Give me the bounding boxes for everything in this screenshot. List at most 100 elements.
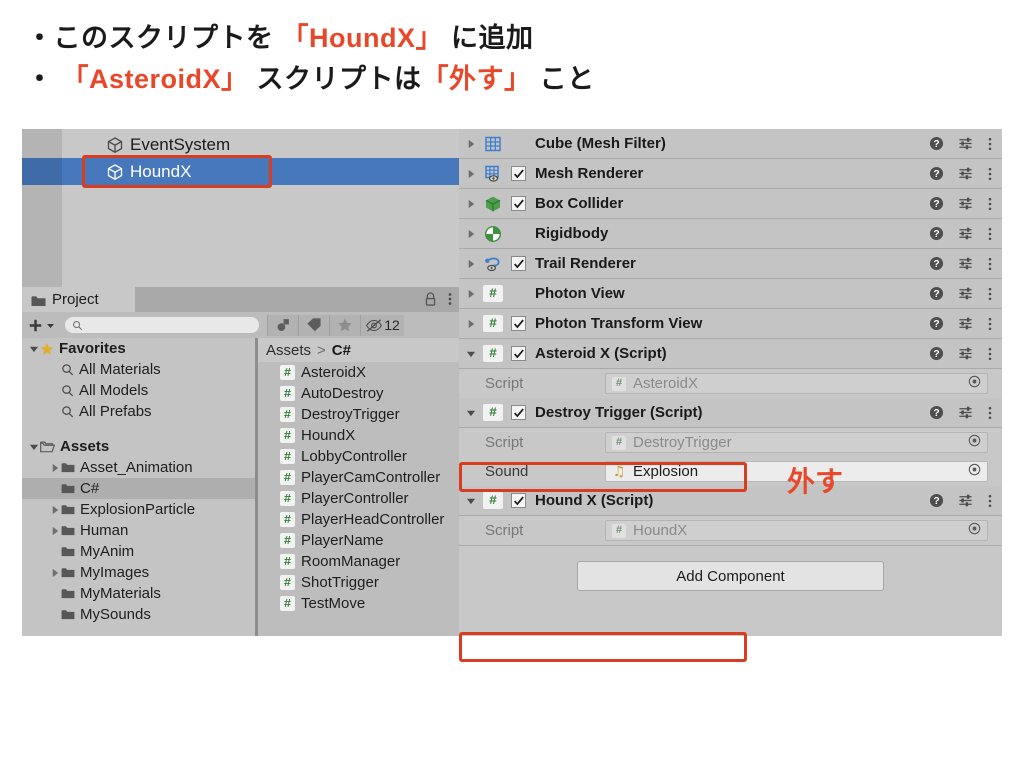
help-icon[interactable]: ? — [929, 226, 944, 241]
component-header-rigidbody[interactable]: Rigidbody? — [459, 219, 1002, 249]
favorite-filter-icon[interactable] — [329, 314, 360, 336]
tree-item-c[interactable]: C# — [22, 478, 255, 499]
file-list-item[interactable]: # ShotTrigger — [258, 572, 459, 593]
tree-item-asset-animation[interactable]: Asset_Animation — [22, 457, 255, 478]
tree-item-all-prefabs[interactable]: All Prefabs — [22, 401, 255, 422]
tree-item-explosionparticle[interactable]: ExplosionParticle — [22, 499, 255, 520]
tree-item-myanim[interactable]: MyAnim — [22, 541, 255, 562]
component-enabled-checkbox[interactable] — [511, 166, 526, 181]
chevron-down-icon[interactable] — [459, 349, 483, 359]
help-icon[interactable]: ? — [929, 166, 944, 181]
component-enabled-checkbox[interactable] — [511, 346, 526, 361]
tree-item-all-materials[interactable]: All Materials — [22, 359, 255, 380]
project-file-list[interactable]: Assets > C# # AsteroidX # AutoDestroy # Destr… — [258, 338, 459, 636]
component-header-photon-transform-view[interactable]: # Photon Transform View? — [459, 309, 1002, 339]
tree-item-mysounds[interactable]: MySounds — [22, 604, 255, 625]
kebab-menu-icon[interactable] — [987, 166, 993, 182]
component-header-box-collider[interactable]: Box Collider? — [459, 189, 1002, 219]
preset-icon[interactable] — [958, 256, 973, 271]
kebab-menu-icon[interactable] — [987, 405, 993, 421]
help-icon[interactable]: ? — [929, 405, 944, 420]
file-list-item[interactable]: # LobbyController — [258, 446, 459, 467]
preset-icon[interactable] — [958, 493, 973, 508]
file-list-item[interactable]: # HoundX — [258, 425, 459, 446]
help-icon[interactable]: ? — [929, 316, 944, 331]
help-icon[interactable]: ? — [929, 493, 944, 508]
chevron-right-icon[interactable] — [459, 199, 483, 209]
label-filter-icon[interactable] — [298, 314, 329, 336]
help-icon[interactable]: ? — [929, 136, 944, 151]
kebab-menu-icon[interactable] — [987, 226, 993, 242]
help-icon[interactable]: ? — [929, 286, 944, 301]
preset-icon[interactable] — [958, 405, 973, 420]
preset-icon[interactable] — [958, 286, 973, 301]
file-list-item[interactable]: # PlayerName — [258, 530, 459, 551]
preset-icon[interactable] — [958, 196, 973, 211]
component-enabled-checkbox[interactable] — [511, 405, 526, 420]
object-picker-icon[interactable] — [968, 375, 981, 393]
help-icon[interactable]: ? — [929, 256, 944, 271]
file-list-item[interactable]: # PlayerCamController — [258, 467, 459, 488]
component-enabled-checkbox[interactable] — [511, 493, 526, 508]
object-picker-icon[interactable] — [968, 434, 981, 452]
preset-icon[interactable] — [958, 136, 973, 151]
object-type-filter-icon[interactable] — [267, 314, 298, 336]
chevron-down-icon[interactable] — [459, 496, 483, 506]
tab-project[interactable]: Project — [22, 287, 135, 312]
help-icon[interactable]: ? — [929, 346, 944, 361]
chevron-right-icon[interactable] — [459, 259, 483, 269]
kebab-menu-icon[interactable] — [987, 346, 993, 362]
kebab-menu-icon[interactable] — [987, 136, 993, 152]
component-enabled-checkbox[interactable] — [511, 196, 526, 211]
tree-item-human[interactable]: Human — [22, 520, 255, 541]
hidden-objects-toggle[interactable]: 12 — [360, 314, 404, 336]
preset-icon[interactable] — [958, 226, 973, 241]
tree-item-favorites[interactable]: Favorites — [22, 338, 255, 359]
hierarchy-item-eventsystem[interactable]: EventSystem — [22, 131, 459, 158]
chevron-right-icon[interactable] — [48, 568, 61, 578]
kebab-menu-icon[interactable] — [987, 196, 993, 212]
component-header-asteroid-x-script[interactable]: # Asteroid X (Script)? — [459, 339, 1002, 369]
component-header-trail-renderer[interactable]: Trail Renderer? — [459, 249, 1002, 279]
kebab-menu-icon[interactable] — [447, 291, 453, 312]
file-list-item[interactable]: # AutoDestroy — [258, 383, 459, 404]
kebab-menu-icon[interactable] — [987, 286, 993, 302]
chevron-down-icon[interactable] — [27, 344, 40, 354]
chevron-down-icon[interactable] — [459, 408, 483, 418]
file-list-item[interactable]: # RoomManager — [258, 551, 459, 572]
kebab-menu-icon[interactable] — [987, 316, 993, 332]
chevron-right-icon[interactable] — [459, 139, 483, 149]
chevron-right-icon[interactable] — [459, 229, 483, 239]
chevron-right-icon[interactable] — [48, 463, 61, 473]
lock-icon[interactable] — [424, 291, 437, 312]
tree-item-mymaterials[interactable]: MyMaterials — [22, 583, 255, 604]
breadcrumb-root[interactable]: Assets — [266, 342, 311, 359]
tree-item-all-models[interactable]: All Models — [22, 380, 255, 401]
add-component-button[interactable]: Add Component — [577, 561, 884, 591]
tree-item-assets[interactable]: Assets — [22, 436, 255, 457]
file-list-item[interactable]: # PlayerController — [258, 488, 459, 509]
preset-icon[interactable] — [958, 166, 973, 181]
chevron-right-icon[interactable] — [459, 169, 483, 179]
project-folder-tree[interactable]: Favorites All Materials All Models All Pref… — [22, 338, 255, 636]
component-header-hound-x-script[interactable]: # Hound X (Script)? — [459, 486, 1002, 516]
kebab-menu-icon[interactable] — [987, 493, 993, 509]
component-header-cube-mesh-filter[interactable]: Cube (Mesh Filter)? — [459, 129, 1002, 159]
chevron-down-icon[interactable] — [27, 442, 40, 452]
kebab-menu-icon[interactable] — [987, 256, 993, 272]
preset-icon[interactable] — [958, 316, 973, 331]
component-enabled-checkbox[interactable] — [511, 316, 526, 331]
preset-icon[interactable] — [958, 346, 973, 361]
object-picker-icon[interactable] — [968, 463, 981, 481]
breadcrumb[interactable]: Assets > C# — [258, 338, 459, 362]
hierarchy-item-houndx[interactable]: HoundX — [22, 158, 459, 185]
component-header-photon-view[interactable]: # Photon View? — [459, 279, 1002, 309]
component-header-mesh-renderer[interactable]: Mesh Renderer? — [459, 159, 1002, 189]
component-header-destroy-trigger-script[interactable]: # Destroy Trigger (Script)? — [459, 398, 1002, 428]
search-input[interactable] — [65, 317, 259, 333]
file-list-item[interactable]: # TestMove — [258, 593, 459, 614]
file-list-item[interactable]: # DestroyTrigger — [258, 404, 459, 425]
tree-item-myimages[interactable]: MyImages — [22, 562, 255, 583]
chevron-right-icon[interactable] — [459, 319, 483, 329]
chevron-right-icon[interactable] — [459, 289, 483, 299]
